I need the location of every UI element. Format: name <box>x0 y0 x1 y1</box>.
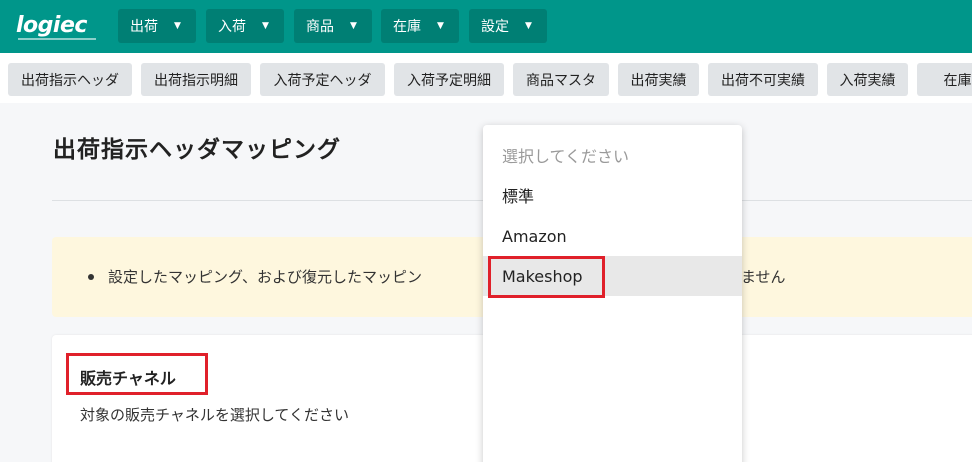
page-title: 出荷指示ヘッダマッピング <box>53 137 341 163</box>
menu-inventory-label: 在庫 <box>393 19 421 35</box>
caret-down-icon: ▼ <box>437 21 444 31</box>
menu-products[interactable]: 商品 ▼ <box>294 9 372 43</box>
option-amazon[interactable]: Amazon <box>483 216 742 256</box>
notice-text-tail: ません <box>741 268 786 286</box>
option-standard[interactable]: 標準 <box>483 175 742 215</box>
dropdown-placeholder[interactable]: 選択してください <box>483 135 742 175</box>
tab-shipping-results[interactable]: 出荷実績 <box>618 63 699 96</box>
caret-down-icon: ▼ <box>174 21 181 31</box>
menu-products-label: 商品 <box>306 19 334 35</box>
mapping-tab-bar: 出荷指示ヘッダ 出荷指示明細 入荷予定ヘッダ 入荷予定明細 商品マスタ 出荷実績… <box>0 53 972 103</box>
top-navbar: logiec 出荷 ▼ 入荷 ▼ 商品 ▼ 在庫 ▼ 設定 ▼ <box>0 0 972 53</box>
sales-channel-help: 対象の販売チャネルを選択してください <box>80 406 349 424</box>
menu-shipping-label: 出荷 <box>130 19 158 35</box>
tab-receiving-results[interactable]: 入荷実績 <box>827 63 908 96</box>
menu-receiving-label: 入荷 <box>218 19 246 35</box>
caret-down-icon: ▼ <box>262 21 269 31</box>
tab-shipping-failed[interactable]: 出荷不可実績 <box>708 63 818 96</box>
tab-shipping-header[interactable]: 出荷指示ヘッダ <box>8 63 132 96</box>
bullet-dot <box>88 274 94 280</box>
logo-underline <box>18 38 96 40</box>
logiec-logo[interactable]: logiec <box>16 13 87 38</box>
caret-down-icon: ▼ <box>350 21 357 31</box>
tab-shipping-detail[interactable]: 出荷指示明細 <box>141 63 251 96</box>
menu-settings[interactable]: 設定 ▼ <box>469 9 547 43</box>
tab-receiving-header[interactable]: 入荷予定ヘッダ <box>260 63 385 96</box>
tab-product-master[interactable]: 商品マスタ <box>513 63 609 96</box>
menu-settings-label: 設定 <box>481 19 509 35</box>
menu-inventory[interactable]: 在庫 ▼ <box>381 9 459 43</box>
tab-receiving-detail[interactable]: 入荷予定明細 <box>394 63 504 96</box>
tab-inventory[interactable]: 在庫 <box>917 63 972 96</box>
highlight-frame-channel <box>66 353 208 395</box>
highlight-frame-makeshop <box>488 256 605 298</box>
notice-text: 設定したマッピング、および復元したマッピン <box>108 268 422 286</box>
caret-down-icon: ▼ <box>525 21 532 31</box>
menu-shipping[interactable]: 出荷 ▼ <box>118 9 196 43</box>
menu-receiving[interactable]: 入荷 ▼ <box>206 9 284 43</box>
